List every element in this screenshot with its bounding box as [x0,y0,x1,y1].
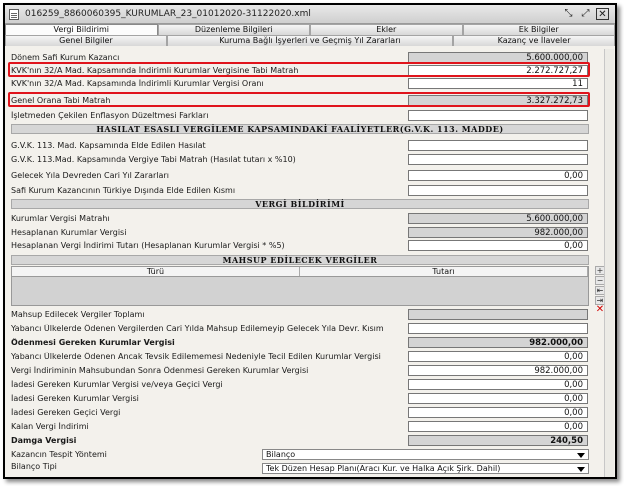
field-label: KVK'nın 32/A Mad. Kapsamında İndirimli K… [11,78,264,88]
tab-kazanc-ve-ilaveler[interactable]: Kazanç ve İlaveler [453,35,615,46]
field-label: Mahsup Edilecek Vergiler Toplamı [11,309,145,319]
field-label: Ödenmesi Gereken Kurumlar Vergisi [11,337,175,347]
field-label: Hesaplanan Vergi İndirimi Tutarı (Hesapl… [11,240,285,250]
form-body: Dönem Safi Kurum Kazancı 5.600.000,00 KV… [8,49,605,477]
field-label: İadesi Gereken Kurumlar Vergisi [11,393,139,403]
kurumlar-vergisi-matrahi-field: 5.600.000,00 [408,212,588,224]
enflasyon-duzeltmesi-field[interactable] [408,109,588,121]
vergi-indirimi-field[interactable]: 0,00 [408,239,588,251]
window-titlebar: 016259_8860060395_KURUMLAR_23_01012020-3… [5,5,615,24]
field-label: Bilanço Tipi [11,461,57,471]
field-label: Kalan Vergi İndirimi [11,421,89,431]
form-row: Damga Vergisi 240,50 [11,434,589,446]
tecil-edilen-kv-field[interactable]: 0,00 [408,350,588,362]
field-label: Yabancı Ülkelerde Ödenen Vergilerden Car… [11,323,384,333]
field-label: Yabancı Ülkelerde Ödenen Ancak Tevsik Ed… [11,351,381,361]
field-label: Gelecek Yıla Devreden Cari Yıl Zararları [11,170,169,180]
form-row: Safi Kurum Kazancının Türkiye Dışında El… [11,184,589,196]
tab-row-secondary: Genel Bilgiler Kuruma Bağlı İşyerleri ve… [5,35,615,46]
form-row: Hesaplanan Vergi İndirimi Tutarı (Hesapl… [11,239,589,251]
form-row: Vergi İndiriminin Mahsubundan Sonra Öden… [11,364,589,376]
form-row: G.V.K. 113.Mad. Kapsamında Vergiye Tabi … [11,153,589,165]
close-icon[interactable]: ✕ [596,8,609,20]
iade-kv-field[interactable]: 0,00 [408,392,588,404]
kazanc-tespit-yontemi-select[interactable]: Bilanço [262,448,589,460]
form-row: Kazancın Tespit Yöntemi Bilanço [11,448,589,460]
form-row: Gelecek Yıla Devreden Cari Yıl Zararları… [11,169,589,181]
field-label: Dönem Safi Kurum Kazancı [11,52,120,62]
grid-col-tutari[interactable]: Tutarı [300,267,588,276]
xml-document-window: 016259_8860060395_KURUMLAR_23_01012020-3… [3,3,617,479]
tab-genel-bilgiler[interactable]: Genel Bilgiler [5,35,167,46]
field-label: İadesi Gereken Kurumlar Vergisi ve/veya … [11,379,223,389]
odenmesi-gereken-kv-field: 982.000,00 [408,336,588,348]
select-value: Tek Düzen Hesap Planı(Aracı Kur. ve Halk… [266,464,501,473]
tab-kuruma-bagli-isyerleri[interactable]: Kuruma Bağlı İşyerleri ve Geçmiş Yıl Zar… [166,35,454,46]
damga-vergisi-field: 240,50 [408,434,588,446]
field-label: Vergi İndiriminin Mahsubundan Sonra Öden… [11,365,309,375]
section-header-vergi-bildirimi: VERGİ BİLDİRİMİ [11,199,589,209]
form-row: İadesi Gereken Geçici Vergi 0,00 [11,406,589,418]
window-title: 016259_8860060395_KURUMLAR_23_01012020-3… [25,9,311,19]
bilanco-tipi-select[interactable]: Tek Düzen Hesap Planı(Aracı Kur. ve Halk… [262,463,589,474]
tab-vergi-bildirimi[interactable]: Vergi Bildirimi [5,24,158,35]
field-label: Kurumlar Vergisi Matrahı [11,213,110,223]
grid-col-turu[interactable]: Türü [12,267,300,276]
form-row: Yabancı Ülkelerde Ödenen Vergilerden Car… [11,322,589,334]
indirim-sonrasi-kv-field[interactable]: 982.000,00 [408,364,588,376]
hesaplanan-kurumlar-vergisi-field: 982.000,00 [408,226,588,238]
vertical-scrollbar[interactable] [604,49,614,477]
select-value: Bilanço [266,449,296,459]
form-row: İadesi Gereken Kurumlar Vergisi 0,00 [11,392,589,404]
kalan-vergi-indirimi-field[interactable]: 0,00 [408,420,588,432]
form-row: Kalan Vergi İndirimi 0,00 [11,420,589,432]
field-label: Hesaplanan Kurumlar Vergisi [11,227,127,237]
iade-kv-gecici-field[interactable]: 0,00 [408,378,588,390]
field-label: Damga Vergisi [11,435,77,445]
field-label: İadesi Gereken Geçici Vergi [11,407,121,417]
form-row: Hesaplanan Kurumlar Vergisi 982.000,00 [11,226,589,238]
chevron-down-icon[interactable] [577,452,585,458]
hasilat-matrah-field[interactable] [408,153,588,165]
section-header-hasilat: HASILAT ESASLI VERGİLEME KAPSAMINDAKİ FA… [11,124,589,134]
chevron-down-icon[interactable] [577,467,585,472]
field-label: G.V.K. 113. Mad. Kapsamında Elde Edilen … [11,140,206,150]
document-icon [9,8,19,20]
tab-ek-bilgiler[interactable]: Ek Bilgiler [462,24,615,35]
devreden-zarar-field[interactable]: 0,00 [408,169,588,181]
tab-row-primary: Vergi Bildirimi Düzenleme Bilgileri Ekle… [5,24,615,35]
yabanci-ulke-devr-field[interactable] [408,322,588,334]
mahsup-toplami-field [408,308,588,320]
yurtdisi-kazanc-field[interactable] [408,184,588,196]
form-row: KVK'nın 32/A Mad. Kapsamında İndirimli K… [11,77,589,89]
form-row: İşletmeden Çekilen Enflasyon Düzeltmesi … [11,109,589,121]
highlight-box [8,92,590,107]
mahsup-grid[interactable]: Türü Tutarı [11,266,589,306]
field-label: G.V.K. 113.Mad. Kapsamında Vergiye Tabi … [11,154,296,164]
field-label: İşletmeden Çekilen Enflasyon Düzeltmesi … [11,110,209,120]
hasilat-field[interactable] [408,139,588,151]
resize-icon[interactable]: ⤡ [562,8,575,20]
form-row: G.V.K. 113. Mad. Kapsamında Elde Edilen … [11,139,589,151]
form-row: Mahsup Edilecek Vergiler Toplamı [11,308,589,320]
grid-header: Türü Tutarı [12,267,588,277]
highlight-box [8,62,590,77]
form-row: Bilanço Tipi Tek Düzen Hesap Planı(Aracı… [11,460,589,474]
form-row: Ödenmesi Gereken Kurumlar Vergisi 982.00… [11,336,589,348]
window-controls: ⤡ ⤢ ✕ [562,8,609,20]
field-label: Kazancın Tespit Yöntemi [11,449,107,459]
form-row: Kurumlar Vergisi Matrahı 5.600.000,00 [11,212,589,224]
maximize-icon[interactable]: ⤢ [579,8,592,20]
donem-safi-kurum-kazanci-field: 5.600.000,00 [408,51,588,63]
indirimli-oran-field[interactable]: 11 [408,77,588,89]
form-row: İadesi Gereken Kurumlar Vergisi ve/veya … [11,378,589,390]
iade-gecici-vergi-field[interactable]: 0,00 [408,406,588,418]
field-label: Safi Kurum Kazancının Türkiye Dışında El… [11,185,236,195]
tab-ekler[interactable]: Ekler [310,24,463,35]
tab-duzenleme-bilgileri[interactable]: Düzenleme Bilgileri [157,24,310,35]
form-row: Yabancı Ülkelerde Ödenen Ancak Tevsik Ed… [11,350,589,362]
section-header-mahsup: MAHSUP EDİLECEK VERGİLER [11,255,589,265]
